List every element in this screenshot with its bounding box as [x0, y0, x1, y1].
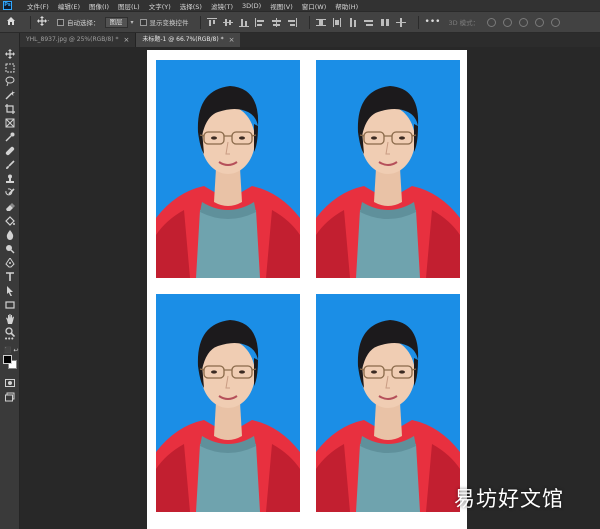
3d-scale-icon[interactable] [551, 17, 561, 27]
align-hcenter-icon[interactable] [271, 17, 281, 27]
quick-mask-icon[interactable] [4, 377, 16, 389]
screen-mode-icon[interactable] [4, 391, 16, 403]
menu-file[interactable]: 文件(F) [27, 1, 49, 11]
3d-orbit-icon[interactable] [487, 17, 497, 27]
close-icon[interactable]: × [229, 33, 235, 47]
dodge-tool-icon[interactable] [4, 243, 16, 255]
divider [417, 15, 419, 29]
menu-image[interactable]: 图像(I) [89, 1, 109, 11]
menu-3d[interactable]: 3D(D) [242, 2, 261, 10]
watermark: 易坊好文馆 [454, 487, 564, 511]
more-tools-icon[interactable]: ••• [4, 335, 14, 343]
tab-label: YHL_8937.jpg @ 25%(RGB/8) * [26, 36, 119, 43]
rectangle-tool-icon[interactable] [4, 299, 16, 311]
tab-yhl-8937[interactable]: YHL_8937.jpg @ 25%(RGB/8) * × [20, 33, 137, 47]
3d-slide-icon[interactable] [535, 17, 545, 27]
menu-bar: Ps 文件(F) 编辑(E) 图像(I) 图层(L) 文字(Y) 选择(S) 滤… [0, 0, 600, 11]
distribute-hcenter-icon[interactable] [380, 18, 390, 27]
distribute-right-icon[interactable] [395, 17, 406, 27]
divider [30, 15, 31, 29]
align-bottom-icon[interactable] [238, 18, 249, 27]
clone-stamp-tool-icon[interactable] [4, 173, 16, 185]
eyedropper-tool-icon[interactable] [4, 131, 16, 143]
distribute-bottom-icon[interactable] [348, 17, 358, 27]
menu-edit[interactable]: 编辑(E) [58, 1, 80, 11]
menu-layer[interactable]: 图层(L) [118, 1, 140, 11]
3d-mode-label: 3D 模式： [448, 19, 480, 27]
menu-select[interactable]: 选择(S) [180, 1, 202, 11]
align-right-icon[interactable] [287, 17, 297, 27]
auto-select-dropdown[interactable]: 图层 [104, 16, 128, 28]
paint-bucket-tool-icon[interactable] [4, 215, 16, 227]
healing-brush-tool-icon[interactable] [4, 145, 16, 157]
id-photo-4 [316, 294, 460, 512]
auto-select-checkbox[interactable] [57, 18, 64, 26]
menu-help[interactable]: 帮助(H) [335, 1, 358, 11]
portrait-image [316, 60, 460, 278]
id-photo-2 [316, 60, 460, 278]
move-tool-preset-icon[interactable] [37, 15, 49, 29]
tab-label: 未标题-1 @ 66.7%(RGB/8) * [142, 36, 224, 43]
distribute-left-icon[interactable] [363, 18, 374, 27]
menu-filter[interactable]: 滤镜(T) [211, 1, 233, 11]
tab-untitled-1[interactable]: 未标题-1 @ 66.7%(RGB/8) * × [136, 33, 241, 47]
eraser-tool-icon[interactable] [4, 201, 16, 213]
marquee-tool-icon[interactable] [4, 62, 16, 74]
close-icon[interactable]: × [124, 33, 130, 47]
portrait-image [156, 60, 300, 278]
align-left-icon[interactable] [254, 17, 265, 27]
distribute-top-icon[interactable] [315, 18, 326, 27]
distribute-vcenter-icon[interactable] [332, 17, 342, 27]
canvas-area[interactable] [20, 47, 600, 529]
path-selection-tool-icon[interactable] [4, 285, 16, 297]
lasso-tool-icon[interactable] [4, 75, 16, 87]
more-options-icon[interactable]: ••• [425, 17, 441, 27]
divider [199, 15, 201, 29]
hand-tool-icon[interactable] [4, 313, 16, 325]
auto-select-label: 自动选择： [67, 19, 100, 27]
brush-tool-icon[interactable] [4, 159, 16, 171]
align-top-icon[interactable] [206, 17, 217, 27]
foreground-color-swatch[interactable] [3, 355, 12, 364]
distribute-buttons [315, 17, 412, 27]
tools-panel: ••• ⬛ ↩ [0, 33, 20, 529]
portrait-image [316, 294, 460, 512]
chevron-down-icon[interactable]: ▾ [131, 19, 134, 26]
home-icon[interactable] [6, 16, 16, 29]
show-transform-checkbox[interactable] [139, 18, 147, 26]
type-tool-icon[interactable] [4, 271, 16, 283]
align-vcenter-icon[interactable] [222, 18, 233, 27]
options-bar: 自动选择： 图层 ▾ 显示变换控件 ••• 3D 模式： [0, 11, 600, 33]
menu-type[interactable]: 文字(Y) [149, 1, 171, 11]
crop-tool-icon[interactable] [4, 103, 16, 115]
align-buttons [206, 17, 303, 27]
show-transform-label: 显示变换控件 [149, 19, 189, 27]
document-canvas[interactable] [147, 50, 467, 529]
id-photo-3 [156, 294, 300, 512]
pen-tool-icon[interactable] [4, 257, 16, 269]
move-tool-icon[interactable] [4, 48, 16, 60]
magic-wand-tool-icon[interactable] [4, 89, 16, 101]
history-brush-tool-icon[interactable] [4, 187, 16, 199]
divider [308, 15, 310, 29]
menu-window[interactable]: 窗口(W) [302, 1, 327, 11]
id-photo-1 [156, 60, 300, 278]
frame-tool-icon[interactable] [4, 117, 16, 129]
document-tabs: YHL_8937.jpg @ 25%(RGB/8) * × 未标题-1 @ 66… [20, 33, 600, 47]
portrait-image [156, 294, 300, 512]
3d-pan-icon[interactable] [519, 17, 529, 27]
3d-roll-icon[interactable] [503, 17, 513, 27]
menu-view[interactable]: 视图(V) [270, 1, 293, 11]
blur-tool-icon[interactable] [4, 229, 16, 241]
photoshop-logo: Ps [3, 1, 12, 10]
